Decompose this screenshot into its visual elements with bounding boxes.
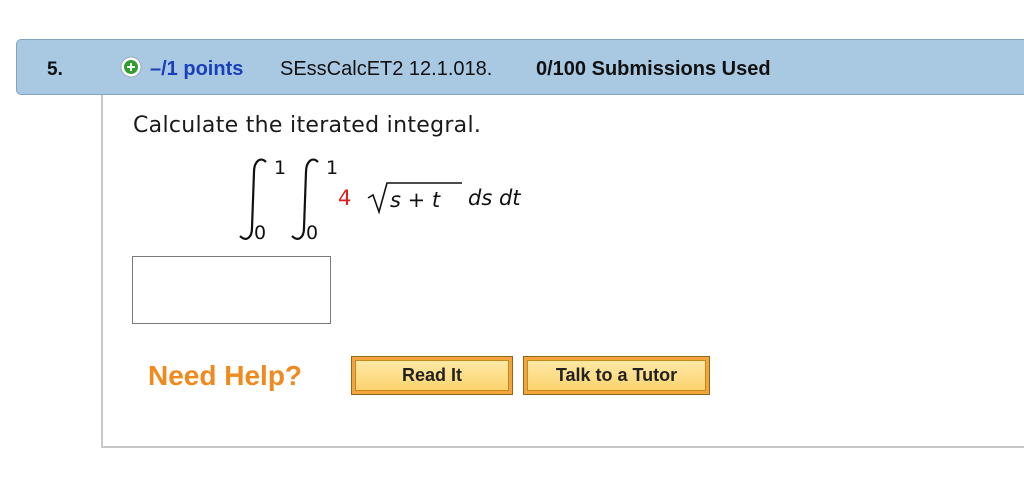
need-help-label: Need Help? [148,360,303,391]
talk-to-tutor-label: Talk to a Tutor [527,360,706,391]
question-number: 5. [47,59,63,80]
radicand: s + t [390,188,441,212]
iterated-integral-formula: 1 0 1 0 4 s + t ds dt [239,157,521,244]
question-code: SEssCalcET2 12.1.018. [280,58,493,80]
problem-instruction: Calculate the iterated integral. [133,113,482,138]
inner-upper-limit: 1 [326,157,338,179]
plus-circle-icon[interactable] [120,56,142,78]
read-it-label: Read It [355,360,509,391]
differentials: ds dt [468,186,521,210]
points-label: –/1 points [150,58,244,80]
read-it-button[interactable]: Read It [351,356,513,395]
answer-input[interactable] [132,256,331,324]
integrand-coefficient: 4 [338,186,351,210]
talk-to-tutor-button[interactable]: Talk to a Tutor [523,356,710,395]
inner-lower-limit: 0 [306,222,318,244]
submissions-used: 0/100 Submissions Used [536,58,771,80]
outer-upper-limit: 1 [274,157,286,179]
outer-lower-limit: 0 [254,222,266,244]
question-header: 5. –/1 points SEssCalcET2 12.1.018. 0/10… [16,39,1024,95]
